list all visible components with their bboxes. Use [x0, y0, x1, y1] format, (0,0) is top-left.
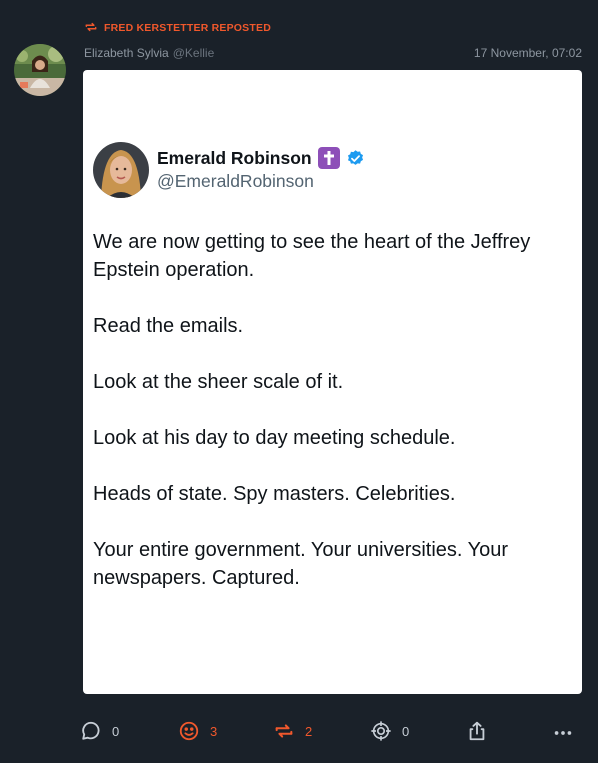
reply-button[interactable]: 0: [80, 720, 119, 742]
timestamp[interactable]: 17 November, 07:02: [474, 46, 582, 60]
body-paragraph: Look at the sheer scale of it.: [93, 371, 344, 393]
react-count: 3: [210, 723, 218, 739]
repost-indicator[interactable]: FRED KERSTETTER REPOSTED: [84, 20, 271, 36]
more-icon: [552, 722, 574, 744]
body-paragraph: We are now getting to see the heart of t…: [93, 231, 531, 281]
body-paragraph: Look at his day to day meeting schedule.: [93, 427, 456, 449]
embedded-image[interactable]: Emerald Robinson @EmeraldRobinson We are…: [83, 70, 582, 694]
quote-button[interactable]: 0: [370, 720, 409, 742]
crosshair-icon: [370, 720, 392, 742]
avatar[interactable]: [14, 44, 66, 96]
reply-count: 0: [112, 723, 120, 739]
repost-icon: [273, 720, 295, 742]
body-paragraph: Read the emails.: [93, 315, 244, 337]
embedded-name: Emerald Robinson: [157, 147, 312, 168]
body-paragraph: Your entire government. Your universitie…: [93, 539, 509, 589]
smiley-icon: [178, 720, 200, 742]
repost-button[interactable]: 2: [273, 720, 312, 742]
repost-label: FRED KERSTETTER REPOSTED: [104, 22, 271, 34]
repost-icon: [84, 20, 98, 37]
embedded-body: We are now getting to see the heart of t…: [93, 228, 563, 620]
react-button[interactable]: 3: [178, 720, 217, 742]
embedded-handle: @EmeraldRobinson: [157, 171, 314, 191]
share-button[interactable]: [466, 720, 488, 742]
post-container: FRED KERSTETTER REPOSTED Elizabeth Sylvi…: [0, 0, 598, 763]
cross-icon: [317, 147, 340, 169]
body-paragraph: Heads of state. Spy masters. Celebrities…: [93, 483, 456, 505]
speech-bubble-icon: [80, 720, 102, 742]
embedded-name-row: Emerald Robinson: [157, 147, 365, 169]
quote-count: 0: [402, 723, 410, 739]
post-meta: Elizabeth Sylvia @Kellie 17 November, 07:…: [84, 46, 582, 60]
embedded-avatar: [93, 142, 149, 198]
verified-icon: [346, 149, 365, 168]
author-name[interactable]: Elizabeth Sylvia: [84, 46, 169, 60]
author-handle[interactable]: @Kellie: [173, 46, 215, 60]
more-button[interactable]: [552, 722, 574, 744]
action-bar: 0 3 2 0: [0, 712, 598, 752]
share-icon: [466, 720, 488, 742]
repost-count: 2: [305, 723, 313, 739]
